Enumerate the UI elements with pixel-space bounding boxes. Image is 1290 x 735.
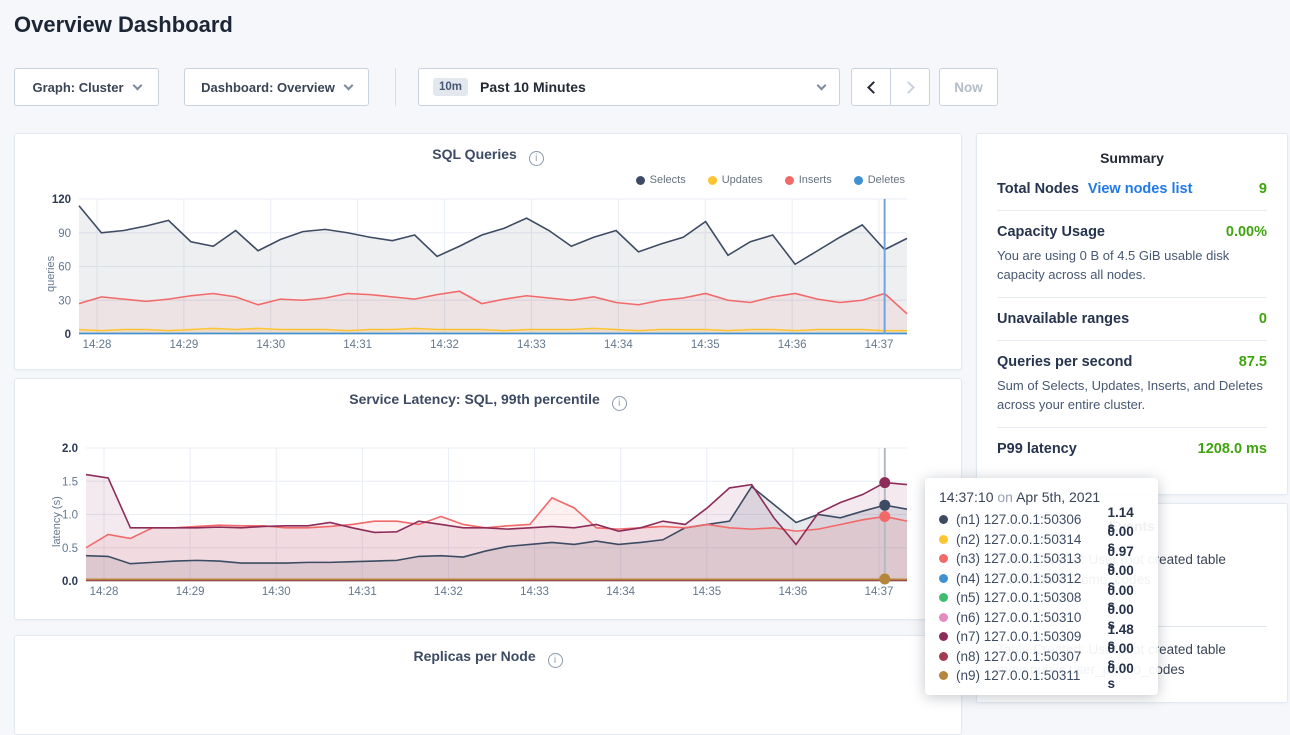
svg-text:14:31: 14:31 (348, 586, 377, 598)
tooltip-node-row: (n9) 127.0.0.1:503110.00 s (939, 666, 1144, 686)
svg-text:1.5: 1.5 (62, 476, 78, 488)
stat-total-nodes: Total Nodes View nodes list 9 (997, 168, 1267, 210)
svg-text:14:37: 14:37 (865, 586, 894, 598)
stat-value: 9 (1259, 181, 1267, 197)
node-address: (n7) 127.0.0.1:50309 (956, 629, 1108, 644)
svg-text:14:34: 14:34 (606, 586, 635, 598)
info-icon[interactable]: i (548, 653, 563, 668)
svg-text:14:30: 14:30 (262, 586, 291, 598)
tooltip-rows: (n1) 127.0.0.1:503061.14 s(n2) 127.0.0.1… (939, 510, 1144, 686)
replicas-per-node-card: Replicas per Node i (14, 635, 962, 735)
chevron-right-icon (902, 81, 915, 94)
time-now-button[interactable]: Now (939, 68, 998, 106)
node-address: (n2) 127.0.0.1:50314 (956, 532, 1108, 547)
stat-description: Sum of Selects, Updates, Inserts, and De… (997, 376, 1267, 414)
svg-text:30: 30 (58, 295, 71, 307)
svg-text:14:28: 14:28 (83, 339, 112, 351)
node-latency-value: 0.00 s (1108, 661, 1144, 691)
svg-text:14:37: 14:37 (865, 339, 894, 351)
summary-panel: Summary Total Nodes View nodes list 9 Ca… (976, 133, 1288, 495)
stat-label: Unavailable ranges (997, 311, 1129, 327)
service-latency-card: Service Latency: SQL, 99th percentile i … (14, 378, 962, 620)
svg-text:14:34: 14:34 (604, 339, 633, 351)
chart-hover-tooltip: 14:37:10 on Apr 5th, 2021 (n1) 127.0.0.1… (925, 478, 1158, 695)
toolbar-divider (395, 68, 396, 106)
node-address: (n8) 127.0.0.1:50307 (956, 649, 1108, 664)
stat-value: 0 (1259, 311, 1267, 327)
stat-label: Capacity Usage (997, 224, 1105, 240)
node-color-dot-icon (939, 671, 948, 680)
stat-value: 0.00% (1226, 224, 1267, 240)
svg-text:14:35: 14:35 (691, 339, 720, 351)
tooltip-timestamp: 14:37:10 on Apr 5th, 2021 (939, 489, 1144, 505)
page-title: Overview Dashboard (14, 12, 233, 38)
view-nodes-list-link[interactable]: View nodes list (1088, 181, 1193, 197)
stat-value: 87.5 (1239, 354, 1267, 370)
stat-label: Total Nodes (997, 181, 1079, 197)
svg-text:14:28: 14:28 (90, 586, 119, 598)
svg-text:14:29: 14:29 (176, 586, 205, 598)
stat-queries-per-second: Queries per second 87.5 Sum of Selects, … (997, 340, 1267, 427)
svg-text:90: 90 (58, 228, 71, 240)
svg-text:2.0: 2.0 (62, 443, 78, 455)
chevron-down-icon (343, 80, 353, 90)
node-color-dot-icon (939, 652, 948, 661)
summary-title: Summary (977, 134, 1287, 166)
chevron-down-icon (817, 80, 827, 90)
stat-value: 1208.0 ms (1198, 441, 1267, 457)
svg-text:14:33: 14:33 (517, 339, 546, 351)
svg-text:0.5: 0.5 (62, 543, 78, 555)
svg-text:14:33: 14:33 (520, 586, 549, 598)
stat-label: Queries per second (997, 354, 1132, 370)
node-color-dot-icon (939, 554, 948, 563)
node-color-dot-icon (939, 613, 948, 622)
node-address: (n4) 127.0.0.1:50312 (956, 571, 1108, 586)
time-range-badge: 10m (433, 78, 468, 96)
svg-text:60: 60 (58, 262, 71, 274)
dashboard-selector-dropdown[interactable]: Dashboard: Overview (184, 68, 369, 106)
stat-capacity-usage: Capacity Usage 0.00% You are using 0 B o… (997, 210, 1267, 297)
sql-queries-card: SQL Queries i SelectsUpdatesInsertsDelet… (14, 133, 962, 370)
svg-text:14:30: 14:30 (256, 339, 285, 351)
svg-text:14:35: 14:35 (692, 586, 721, 598)
svg-text:14:29: 14:29 (169, 339, 198, 351)
service-latency-chart-svg[interactable]: 14:28 14:29 14:30 14:31 14:32 14:33 14:34 14:35… (15, 379, 961, 619)
sql-queries-chart-svg[interactable]: 14:28 14:29 14:30 14:31 14:32 14:33 14:34 14:35… (15, 134, 961, 369)
node-color-dot-icon (939, 535, 948, 544)
node-color-dot-icon (939, 593, 948, 602)
time-next-button[interactable] (890, 68, 930, 106)
node-color-dot-icon (939, 632, 948, 641)
stat-p99-latency: P99 latency 1208.0 ms (997, 427, 1267, 470)
time-range-dropdown[interactable]: 10m Past 10 Minutes (418, 68, 840, 106)
svg-text:14:36: 14:36 (778, 586, 807, 598)
chevron-left-icon (867, 81, 880, 94)
svg-text:120: 120 (52, 194, 71, 206)
stat-unavailable-ranges: Unavailable ranges 0 (997, 297, 1267, 340)
node-color-dot-icon (939, 515, 948, 524)
replicas-per-node-chart-title: Replicas per Node (413, 648, 535, 664)
svg-text:14:32: 14:32 (434, 586, 463, 598)
svg-text:14:36: 14:36 (778, 339, 807, 351)
node-address: (n9) 127.0.0.1:50311 (956, 668, 1108, 683)
svg-text:0: 0 (65, 329, 71, 341)
svg-text:14:32: 14:32 (430, 339, 459, 351)
stat-label: P99 latency (997, 441, 1077, 457)
time-prev-button[interactable] (851, 68, 891, 106)
stat-description: You are using 0 B of 4.5 GiB usable disk… (997, 246, 1267, 284)
node-color-dot-icon (939, 574, 948, 583)
graph-selector-label: Graph: Cluster (32, 80, 123, 95)
dashboard-selector-label: Dashboard: Overview (201, 80, 335, 95)
svg-text:1.0: 1.0 (62, 510, 78, 522)
graph-selector-dropdown[interactable]: Graph: Cluster (14, 68, 159, 106)
node-address: (n5) 127.0.0.1:50308 (956, 590, 1108, 605)
node-address: (n1) 127.0.0.1:50306 (956, 512, 1108, 527)
svg-text:14:31: 14:31 (343, 339, 372, 351)
time-range-label: Past 10 Minutes (480, 79, 586, 95)
svg-text:0.0: 0.0 (62, 576, 78, 588)
node-address: (n3) 127.0.0.1:50313 (956, 551, 1108, 566)
chevron-down-icon (132, 80, 142, 90)
node-address: (n6) 127.0.0.1:50310 (956, 610, 1108, 625)
